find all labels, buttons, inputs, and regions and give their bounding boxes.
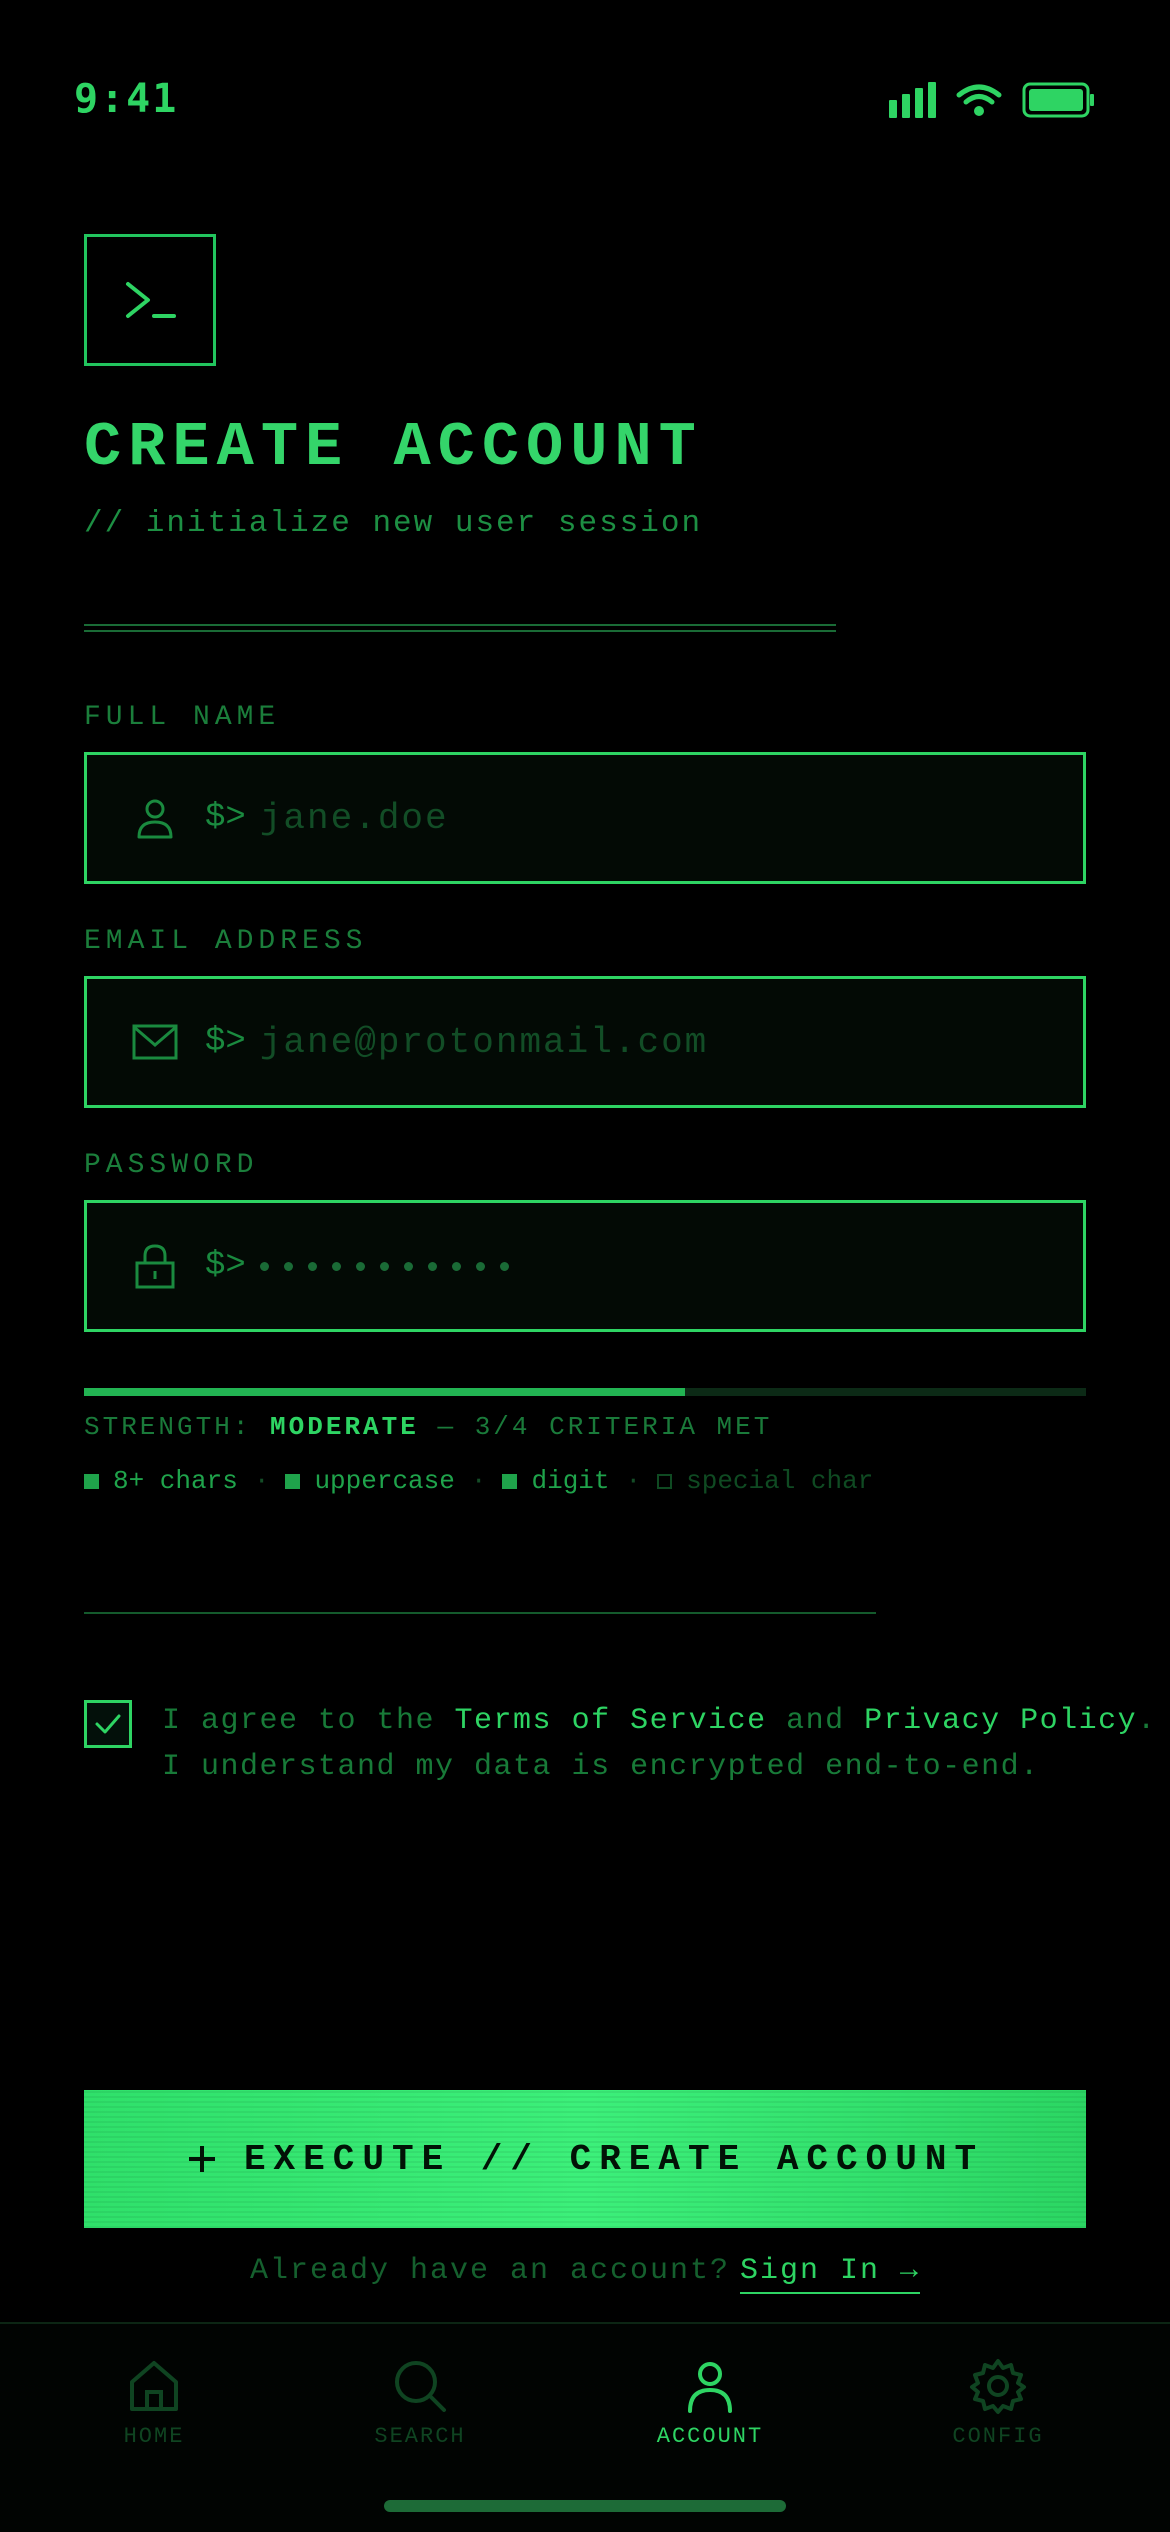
signin-prompt: Already have an account? Sign In → [0,2254,1170,2294]
encryption-note: I understand my data is encrypted end-to… [162,1750,1040,1784]
criterion-uppercase: uppercase [285,1466,455,1496]
password-field[interactable]: $> [84,1200,1086,1332]
user-icon [688,2362,732,2413]
password-input[interactable] [259,1261,509,1271]
email-input[interactable] [259,1021,1020,1063]
strength-level: MODERATE [270,1412,419,1442]
password-mask-dot [331,1261,341,1271]
password-mask-dot [451,1261,461,1271]
password-mask-dot [427,1261,437,1271]
password-label: PASSWORD [84,1150,259,1181]
input-prompt: $> [205,1247,246,1285]
terminal-logo [84,234,216,366]
tab-search[interactable]: SEARCH [320,2356,520,2449]
signup-screen: 9:41 CREATE ACCOUNT // initialize new us… [0,0,1170,2532]
status-icons [889,82,1096,118]
terms-checkbox[interactable] [84,1700,132,1748]
check-square-icon [84,1473,99,1489]
password-criteria: 8+ chars · uppercase · digit · special c… [84,1466,873,1496]
separator-dot: · [625,1466,642,1496]
input-prompt: $> [205,1023,246,1061]
checkmark-icon [95,1714,121,1734]
email-label: EMAIL ADDRESS [84,926,368,957]
password-strength-fill [84,1388,686,1396]
password-mask-dot [307,1261,317,1271]
mail-icon [131,1018,179,1066]
gear-icon [970,2359,1026,2414]
password-mask-dot [499,1261,509,1271]
empty-square-icon [657,1473,673,1489]
check-square-icon [502,1473,518,1489]
create-account-button-label: EXECUTE // CREATE ACCOUNT [243,2138,985,2180]
password-mask-dot [355,1261,365,1271]
password-mask-dot [379,1261,389,1271]
separator-dot: · [470,1466,487,1496]
full-name-input[interactable] [259,797,1020,839]
sign-in-link[interactable]: Sign In → [740,2254,921,2294]
status-time: 9:41 [74,76,179,122]
wifi-icon [956,84,1002,116]
battery-icon [1022,82,1094,118]
password-strength-bar [84,1388,1086,1396]
criterion-special: special char [657,1466,873,1496]
input-prompt: $> [205,799,246,837]
terminal-prompt-icon [126,282,176,318]
search-icon [395,2361,446,2412]
password-mask-dot [403,1261,413,1271]
strength-prefix: STRENGTH: [84,1412,252,1442]
tab-account[interactable]: ACCOUNT [610,2356,810,2449]
strength-status: STRENGTH: MODERATE — 3/4 CRITERIA MET [84,1412,772,1442]
password-mask-dot [475,1261,485,1271]
email-field[interactable]: $> [84,976,1086,1108]
password-mask-dot [283,1261,293,1271]
strength-summary: — 3/4 CRITERIA MET [437,1412,773,1442]
section-divider [84,1612,876,1614]
home-indicator [384,2500,786,2512]
lock-icon [131,1242,179,1290]
password-mask-dot [259,1261,269,1271]
plus-icon [188,2146,215,2172]
page-title: CREATE ACCOUNT [84,412,703,483]
terms-text: I agree to the Terms of Service and Priv… [162,1698,1157,1790]
tab-config[interactable]: CONFIG [898,2356,1098,2449]
terms-of-service-link[interactable]: Terms of Service [455,1704,767,1738]
page-subtitle: // initialize new user session [84,506,703,541]
separator-dot: · [253,1466,270,1496]
create-account-button[interactable]: EXECUTE // CREATE ACCOUNT [84,2090,1086,2228]
privacy-policy-link[interactable]: Privacy Policy [864,1704,1137,1738]
check-square-icon [285,1473,301,1489]
header-divider [84,624,836,632]
home-icon [130,2361,178,2411]
cellular-signal-icon [889,82,936,118]
user-icon [131,794,179,842]
criterion-digit: digit [502,1466,610,1496]
full-name-label: FULL NAME [84,702,281,733]
criterion-length: 8+ chars [84,1466,238,1496]
tab-home[interactable]: HOME [54,2356,254,2449]
full-name-field[interactable]: $> [84,752,1086,884]
